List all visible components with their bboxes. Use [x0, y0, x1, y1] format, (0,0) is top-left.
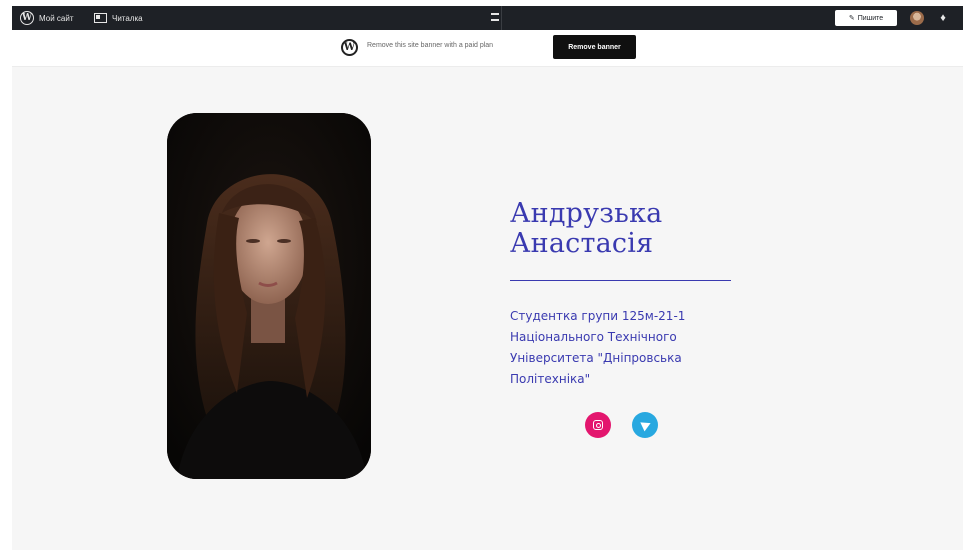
profile-photo	[167, 113, 371, 479]
profile-bio: Студентка групи 125м-21-1 Національного …	[510, 306, 750, 390]
site-banner: W Remove this site banner with a paid pl…	[12, 30, 963, 67]
admin-bar: W Мой сайт Читалка ✎ Пишите ♦	[12, 6, 963, 30]
remove-banner-button[interactable]: Remove banner	[553, 35, 636, 59]
portrait-image	[167, 113, 371, 479]
name-line-1: Андрузька	[510, 198, 663, 229]
bio-line: Студентка групи 125м-21-1	[510, 309, 686, 323]
notifications-icon[interactable]: ♦	[937, 12, 949, 24]
wordpress-logo-icon: W	[341, 39, 358, 56]
name-line-2: Анастасія	[510, 228, 654, 259]
my-site-label: Мой сайт	[39, 13, 74, 23]
menu-toggle-icon[interactable]	[491, 13, 499, 21]
banner-text: Remove this site banner with a paid plan	[367, 42, 494, 49]
instagram-link[interactable]	[585, 412, 611, 438]
bio-line: Політехніка"	[510, 372, 591, 386]
bio-line: Національного Технічного	[510, 330, 677, 344]
write-button[interactable]: ✎ Пишите	[835, 10, 897, 26]
browser-page: W Мой сайт Читалка ✎ Пишите ♦ W Remove t…	[12, 6, 963, 550]
bio-line: Університета "Дніпровська	[510, 351, 682, 365]
admin-bar-divider	[501, 6, 502, 30]
pen-icon: ✎	[848, 15, 855, 22]
instagram-icon	[593, 420, 603, 430]
write-label: Пишите	[857, 14, 884, 22]
reader-label: Читалка	[112, 13, 143, 23]
profile-name: Андрузька Анастасія	[510, 199, 810, 259]
telegram-link[interactable]	[632, 412, 658, 438]
reader-icon	[94, 13, 107, 23]
reader-menu[interactable]: Читалка	[94, 6, 143, 30]
avatar[interactable]	[910, 11, 924, 25]
name-divider	[510, 280, 731, 281]
my-site-menu[interactable]: W Мой сайт	[20, 6, 73, 30]
telegram-icon	[639, 418, 653, 432]
wordpress-icon: W	[20, 11, 34, 25]
